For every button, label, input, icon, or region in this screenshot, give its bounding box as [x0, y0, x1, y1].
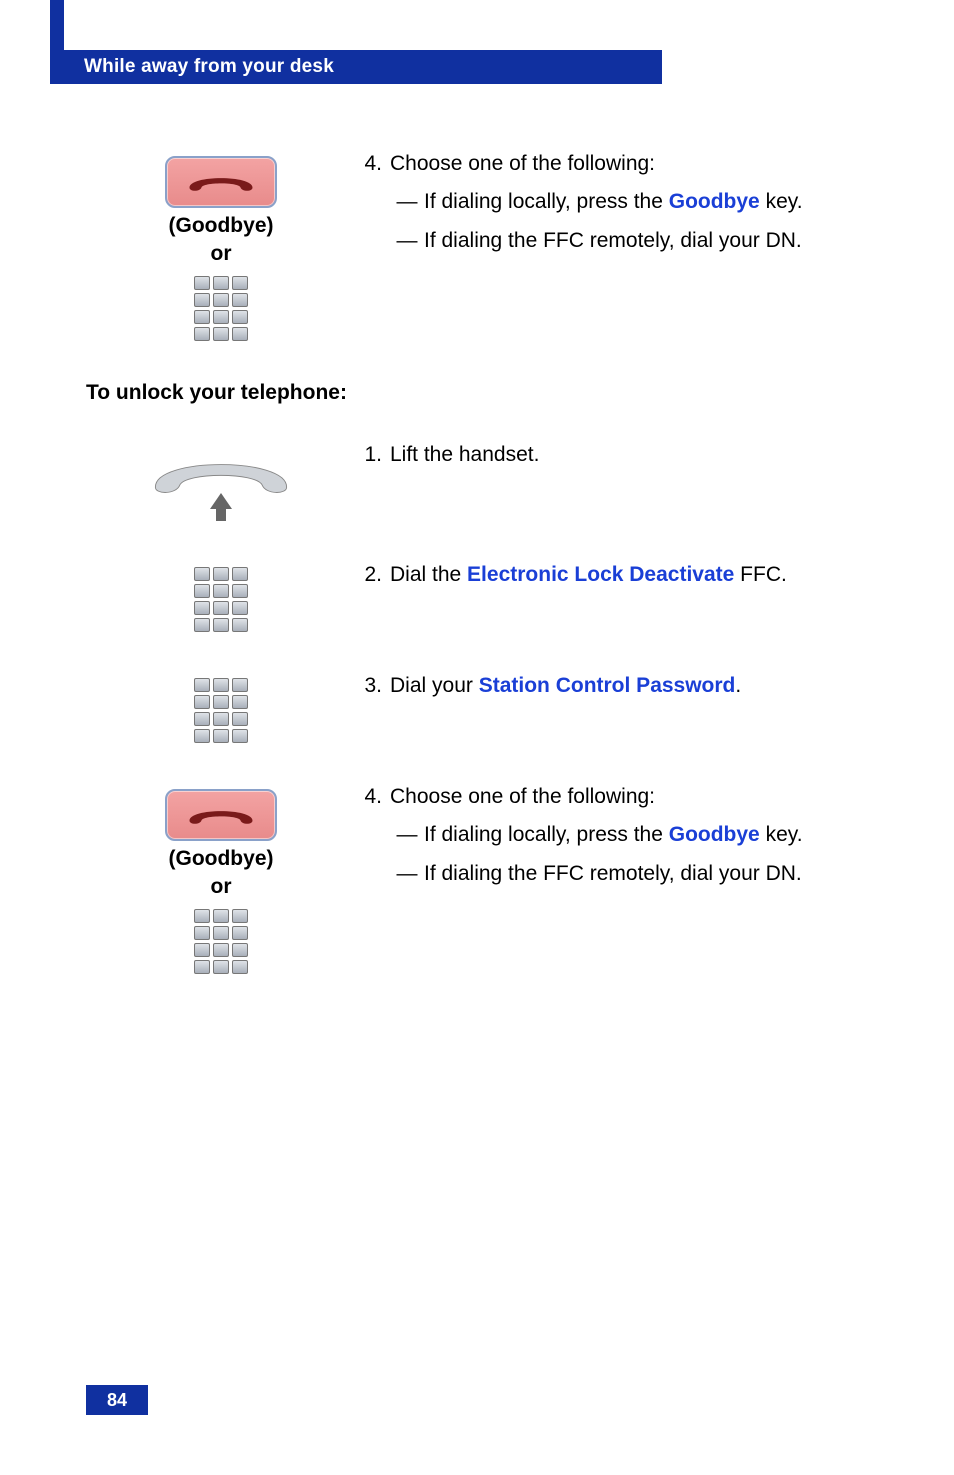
- step-4a-lead: Choose one of the following:: [390, 150, 868, 178]
- content-area: (Goodbye) or 4. Choose one of the follow…: [86, 150, 868, 1014]
- header-side-strip: [50, 0, 64, 50]
- keypad-icon: [194, 567, 248, 632]
- electronic-lock-deactivate-term: Electronic Lock Deactivate: [467, 563, 734, 586]
- step-2-number: 2.: [356, 561, 390, 589]
- step-2-body: Dial the Electronic Lock Deactivate FFC.: [390, 561, 868, 589]
- step-4b-sub2: If dialing the FFC remotely, dial your D…: [424, 860, 868, 888]
- step-1-text: 1. Lift the handset.: [356, 441, 868, 521]
- step-4b-number: 4.: [356, 783, 390, 811]
- keypad-icon: [194, 909, 248, 974]
- step-4a-text: 4. Choose one of the following: — If dia…: [356, 150, 868, 341]
- step-3-icon-col: [86, 672, 356, 743]
- page-header-title: While away from your desk: [84, 56, 334, 78]
- dash-icon: —: [390, 821, 424, 849]
- keypad-icon: [194, 276, 248, 341]
- step-1-number: 1.: [356, 441, 390, 469]
- station-control-password-term: Station Control Password: [479, 674, 736, 697]
- goodbye-term: Goodbye: [669, 823, 760, 846]
- step-4a-sub2: If dialing the FFC remotely, dial your D…: [424, 227, 868, 255]
- step-4a-sub1: If dialing locally, press the Goodbye ke…: [424, 188, 868, 216]
- page-number: 84: [86, 1385, 148, 1415]
- step-3-row: 3. Dial your Station Control Password.: [86, 672, 868, 743]
- goodbye-label: (Goodbye): [169, 847, 274, 871]
- step-4b-lead: Choose one of the following:: [390, 783, 868, 811]
- keypad-icon: [194, 678, 248, 743]
- step-3-body: Dial your Station Control Password.: [390, 672, 868, 700]
- step-4b-text: 4. Choose one of the following: — If dia…: [356, 783, 868, 974]
- goodbye-key-icon: [165, 789, 277, 841]
- page-header: While away from your desk: [50, 50, 662, 84]
- dash-icon: —: [390, 188, 424, 216]
- step-4a-row: (Goodbye) or 4. Choose one of the follow…: [86, 150, 868, 341]
- step-4a-sub1-prefix: If dialing locally, press the: [424, 190, 669, 213]
- step-2-prefix: Dial the: [390, 563, 467, 586]
- goodbye-label: (Goodbye): [169, 214, 274, 238]
- page: While away from your desk (Goodbye) or: [0, 0, 954, 1475]
- goodbye-term: Goodbye: [669, 190, 760, 213]
- or-label: or: [211, 242, 232, 266]
- step-4b-row: (Goodbye) or 4. Choose one of the follow…: [86, 783, 868, 974]
- step-1-body: Lift the handset.: [390, 441, 868, 469]
- step-4b-icons: (Goodbye) or: [86, 783, 356, 974]
- step-3-prefix: Dial your: [390, 674, 479, 697]
- step-4b-sub1: If dialing locally, press the Goodbye ke…: [424, 821, 868, 849]
- step-4b-sub1-prefix: If dialing locally, press the: [424, 823, 669, 846]
- or-label: or: [211, 875, 232, 899]
- step-3-text: 3. Dial your Station Control Password.: [356, 672, 868, 743]
- goodbye-key-icon: [165, 156, 277, 208]
- step-1-row: 1. Lift the handset.: [86, 441, 868, 521]
- dash-icon: —: [390, 860, 424, 888]
- step-1-icon-col: [86, 441, 356, 521]
- step-3-number: 3.: [356, 672, 390, 700]
- step-3-suffix: .: [735, 674, 741, 697]
- section-title-unlock: To unlock your telephone:: [86, 381, 868, 405]
- step-2-icon-col: [86, 561, 356, 632]
- lift-handset-icon: [146, 447, 296, 521]
- step-4b-sub1-suffix: key.: [760, 823, 803, 846]
- step-4a-number: 4.: [356, 150, 390, 178]
- dash-icon: —: [390, 227, 424, 255]
- step-2-row: 2. Dial the Electronic Lock Deactivate F…: [86, 561, 868, 632]
- step-4a-sub1-suffix: key.: [760, 190, 803, 213]
- step-2-suffix: FFC.: [734, 563, 787, 586]
- step-2-text: 2. Dial the Electronic Lock Deactivate F…: [356, 561, 868, 632]
- step-4a-icons: (Goodbye) or: [86, 150, 356, 341]
